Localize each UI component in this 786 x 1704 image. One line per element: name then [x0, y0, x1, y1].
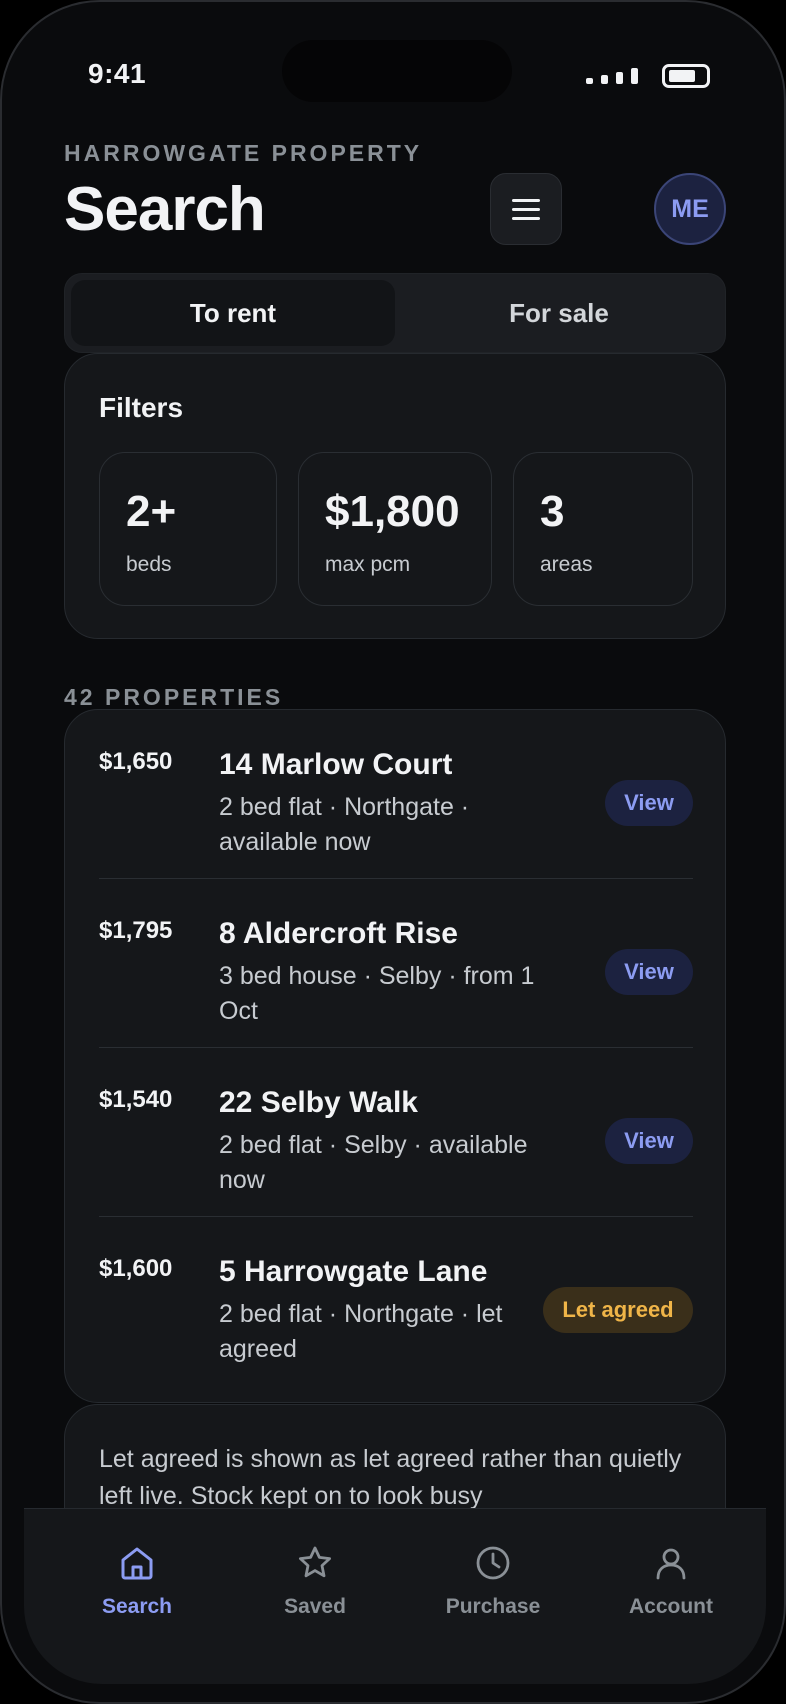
star-icon — [299, 1546, 331, 1578]
property-price: $1,795 — [99, 917, 173, 944]
property-price: $1,650 — [99, 748, 173, 775]
filter-max-price[interactable]: $1,800 max pcm — [298, 452, 492, 606]
property-details: 3 bed house · Selby · from 1 Oct — [219, 962, 535, 1025]
filters-title: Filters — [99, 392, 184, 423]
property-details: 2 bed flat · Northgate · available now — [219, 793, 470, 856]
menu-button[interactable] — [490, 173, 562, 245]
view-button[interactable]: View — [605, 780, 693, 826]
property-title: 5 Harrowgate Lane — [219, 1255, 488, 1288]
battery-icon — [662, 64, 710, 88]
property-details: 2 bed flat · Selby · available now — [219, 1131, 528, 1194]
view-button[interactable]: View — [605, 949, 693, 995]
tab-saved[interactable]: Saved — [226, 1543, 404, 1619]
let-agreed-badge: Let agreed — [543, 1287, 693, 1333]
property-title: 14 Marlow Court — [219, 748, 453, 781]
filter-beds[interactable]: 2+ beds — [99, 452, 277, 606]
filter-label: max pcm — [325, 553, 411, 576]
home-icon — [121, 1547, 153, 1580]
filters-card: Filters 2+ beds $1,800 max pcm 3 areas — [64, 353, 726, 639]
list-item[interactable]: $1,600 5 Harrowgate Lane 2 bed flat · No… — [99, 1217, 693, 1386]
clock-icon — [476, 1546, 510, 1580]
tab-purchase[interactable]: Purchase — [404, 1543, 582, 1619]
rent-sale-toggle: To rent For sale — [64, 273, 726, 353]
hamburger-icon — [512, 207, 540, 211]
signal-icon — [586, 68, 638, 84]
hamburger-icon — [512, 216, 540, 220]
filter-label: areas — [540, 553, 593, 576]
status-time: 9:41 — [88, 58, 147, 89]
user-icon — [656, 1548, 686, 1580]
phone-frame: 9:41 HARROWGATE PROPERTY Search ME To re… — [0, 0, 786, 1704]
list-item[interactable]: $1,540 22 Selby Walk 2 bed flat · Selby … — [99, 1048, 693, 1217]
property-price: $1,540 — [99, 1086, 173, 1113]
info-note-text: Let agreed is shown as let agreed rather… — [99, 1445, 682, 1510]
tab-for-sale[interactable]: For sale — [397, 280, 721, 346]
filter-value: $1,800 — [325, 487, 460, 536]
list-item[interactable]: $1,795 8 Aldercroft Rise 3 bed house · S… — [99, 879, 693, 1048]
property-title: 8 Aldercroft Rise — [219, 917, 458, 950]
tab-to-rent[interactable]: To rent — [71, 280, 395, 346]
property-price: $1,600 — [99, 1255, 173, 1282]
list-item[interactable]: $1,650 14 Marlow Court 2 bed flat · Nort… — [99, 710, 693, 879]
tab-label: Saved — [284, 1595, 346, 1618]
view-button[interactable]: View — [605, 1118, 693, 1164]
property-list: $1,650 14 Marlow Court 2 bed flat · Nort… — [64, 709, 726, 1403]
bottom-tab-bar: Search Saved Purchase Account — [24, 1508, 766, 1684]
hamburger-icon — [512, 198, 540, 202]
property-details: 2 bed flat · Northgate · let agreed — [219, 1300, 503, 1363]
filter-label: beds — [126, 553, 172, 576]
page-title: Search — [64, 175, 266, 244]
property-title: 22 Selby Walk — [219, 1086, 418, 1119]
results-count: 42 PROPERTIES — [64, 684, 284, 710]
tab-search[interactable]: Search — [48, 1543, 226, 1619]
dynamic-island — [282, 40, 512, 102]
tab-label: Search — [101, 1595, 173, 1618]
filter-areas[interactable]: 3 areas — [513, 452, 693, 606]
filter-value: 2+ — [126, 487, 177, 536]
tab-label: Account — [629, 1595, 713, 1618]
filter-value: 3 — [540, 487, 565, 536]
screen: 9:41 HARROWGATE PROPERTY Search ME To re… — [2, 2, 784, 1702]
tab-account[interactable]: Account — [582, 1543, 760, 1619]
tab-label: Purchase — [445, 1595, 541, 1618]
avatar[interactable]: ME — [654, 173, 726, 245]
brand-eyebrow: HARROWGATE PROPERTY — [64, 140, 423, 166]
